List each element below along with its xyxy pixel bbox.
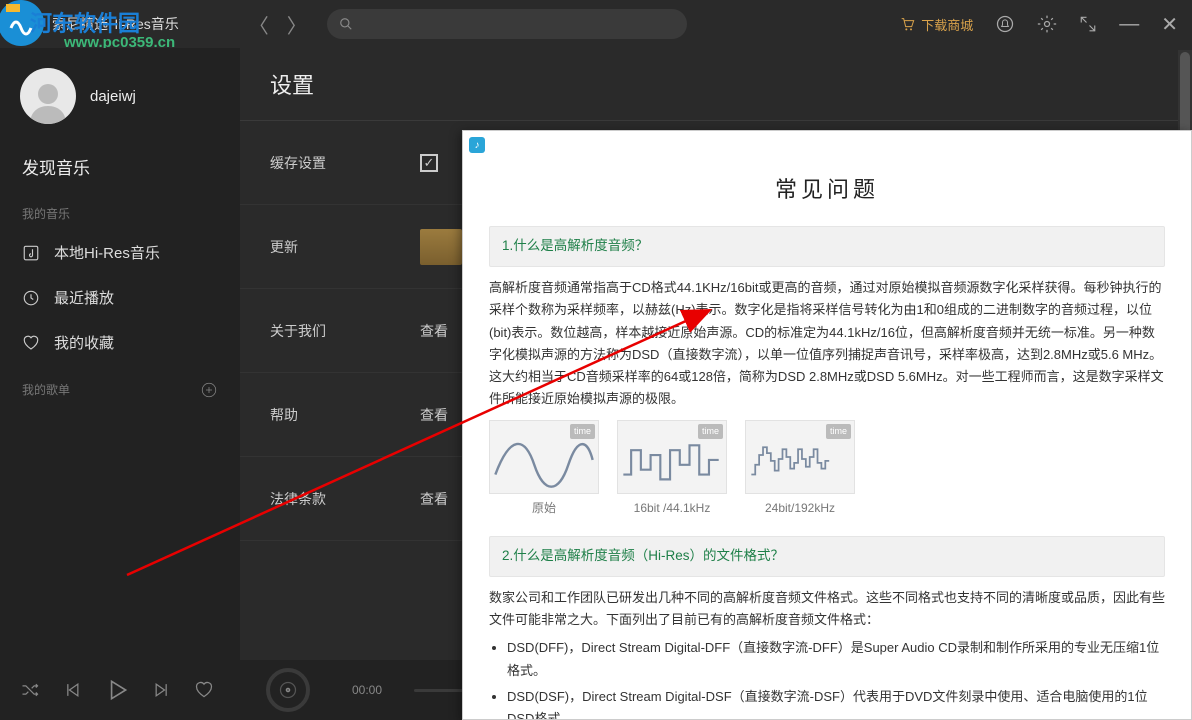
expand-icon[interactable] [1079,15,1097,33]
sidebar-item-label: 本地Hi-Res音乐 [54,242,160,263]
prev-icon[interactable] [62,680,82,700]
search-icon [339,17,353,31]
faq-question-2: 2.什么是高解析度音频（Hi-Res）的文件格式？ [489,536,1165,577]
sidebar-item-local[interactable]: 本地Hi-Res音乐 [0,230,240,275]
sidebar: dajeiwj 发现音乐 我的音乐 本地Hi-Res音乐 最近播放 我的收藏 我… [0,48,240,660]
add-playlist-icon[interactable] [200,381,218,399]
sidebar-item-label: 我的收藏 [54,332,114,353]
gear-icon[interactable] [1037,14,1057,34]
album-art[interactable] [266,668,310,712]
clock-icon [22,289,40,307]
faq-question-1: 1.什么是高解析度音频？ [489,226,1165,267]
nav-back-icon[interactable]: 〈 [249,10,269,39]
waveform-comparison: time 原始 time 16bit /44.1kHz time 24bit/1… [489,420,1165,518]
bell-icon[interactable] [995,14,1015,34]
page-title: 设置 [240,48,1192,120]
sidebar-item-favorites[interactable]: 我的收藏 [0,320,240,365]
minimize-button[interactable]: — [1119,13,1139,36]
avatar[interactable] [20,68,76,124]
sidebar-item-label: 最近播放 [54,287,114,308]
discover-music[interactable]: 发现音乐 [0,144,240,189]
nav-forward-icon[interactable]: 〉 [287,10,307,39]
faq-title: 常见问题 [489,165,1165,226]
view-link[interactable]: 查看 [420,489,448,509]
shuffle-icon[interactable] [20,680,40,700]
heart-icon [22,334,40,352]
app-title: 索尼精选Hi-Res音乐 [52,14,179,34]
close-button[interactable]: ✕ [1161,12,1178,37]
checkbox-icon[interactable]: ✓ [420,154,438,172]
like-icon[interactable] [194,680,214,700]
faq-answer-1: 高解析度音频通常指高于CD格式44.1KHz/16bit或更高的音频，通过对原始… [489,277,1165,410]
faq-app-icon: ♪ [469,137,485,153]
faq-answer-2-intro: 数家公司和工作团队已研发出几种不同的高解析度音频文件格式。这些不同格式也支持不同… [489,587,1165,631]
search-input[interactable] [327,9,687,39]
update-button[interactable] [420,229,462,265]
view-link[interactable]: 查看 [420,405,448,425]
my-playlist-label: 我的歌单 [0,365,240,406]
faq-window: ♪ 常见问题 1.什么是高解析度音频？ 高解析度音频通常指高于CD格式44.1K… [462,130,1192,720]
store-label: 下载商城 [921,15,973,34]
music-note-icon [22,244,40,262]
my-music-label: 我的音乐 [0,189,240,230]
store-button[interactable]: 下载商城 [899,15,973,34]
next-icon[interactable] [152,680,172,700]
play-icon[interactable] [104,677,130,703]
time-elapsed: 00:00 [352,683,382,697]
faq-format-list: DSD(DFF)，Direct Stream Digital-DFF（直接数字流… [489,637,1165,719]
username: dajeiwj [90,88,136,105]
cart-icon [899,16,915,32]
sidebar-item-recent[interactable]: 最近播放 [0,275,240,320]
view-link[interactable]: 查看 [420,321,448,341]
